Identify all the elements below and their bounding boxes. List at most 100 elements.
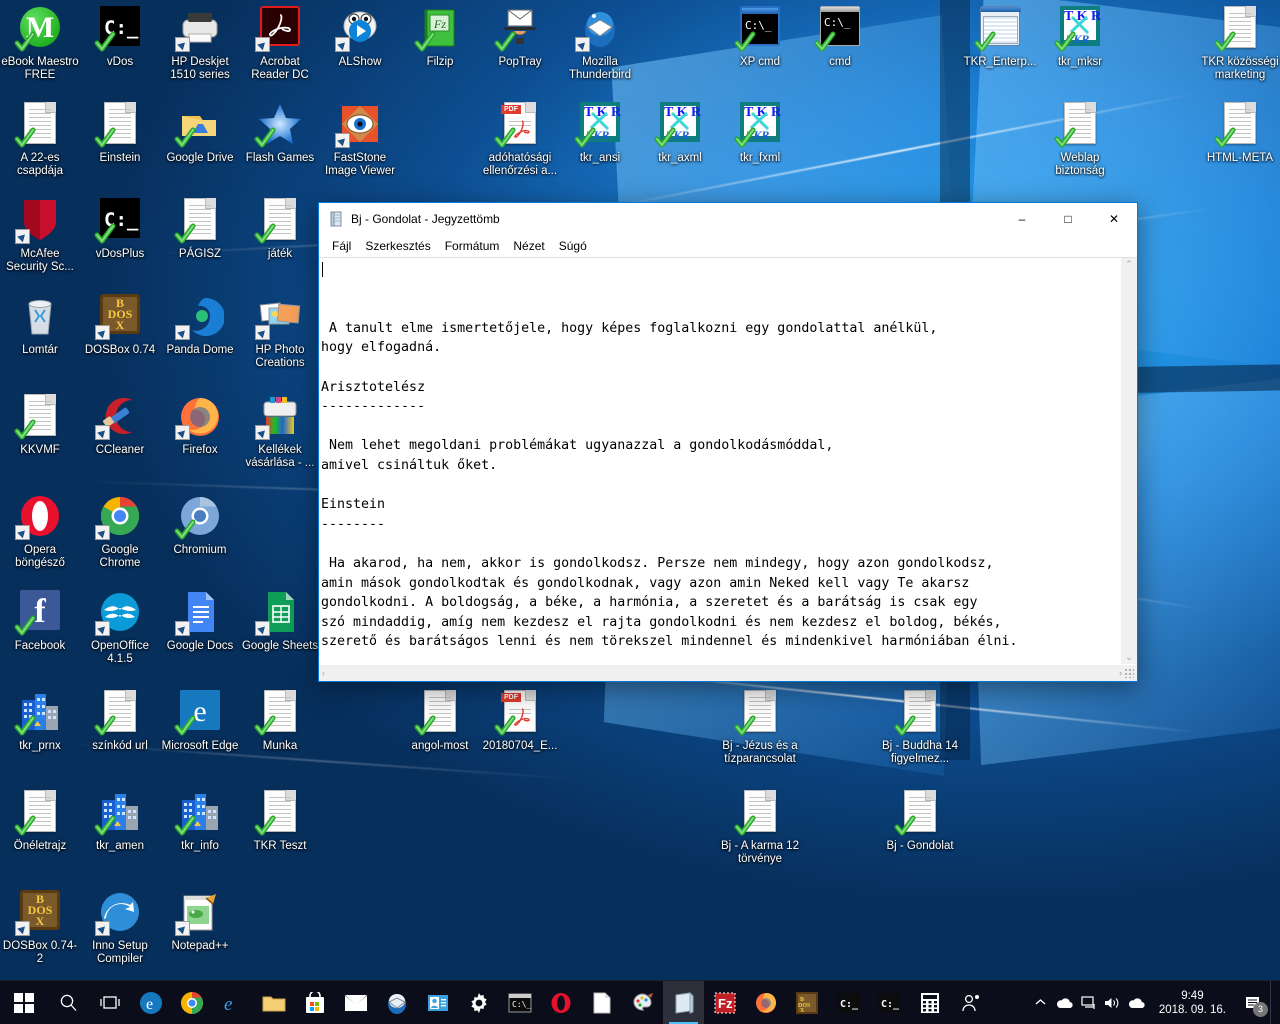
desktop-icon[interactable]: TKR_Enterp...: [960, 4, 1040, 69]
desktop-icon[interactable]: Kellékek vásárlása - ...: [240, 392, 320, 470]
cmd-icon-1[interactable]: C:_: [827, 981, 868, 1024]
dosbox-icon[interactable]: B DOS X: [786, 981, 827, 1024]
desktop-icon[interactable]: McAfee Security Sc...: [0, 196, 80, 274]
desktop-icon[interactable]: Notepad++: [160, 888, 240, 953]
desktop-icon[interactable]: HTML-META: [1200, 100, 1280, 165]
menu-item-nzet[interactable]: Nézet: [506, 237, 551, 255]
desktop-icon[interactable]: KKVMF: [0, 392, 80, 457]
opera-icon[interactable]: [540, 981, 581, 1024]
desktop-icon[interactable]: tkr_info: [160, 788, 240, 853]
desktop-icon[interactable]: T K R TKR tkr_ansi: [560, 100, 640, 165]
desktop-icon[interactable]: Acrobat Reader DC: [240, 4, 320, 82]
desktop[interactable]: MeBook Maestro FREE C:_ vDos HP Deskjet 15…: [0, 0, 1280, 1024]
desktop-icon[interactable]: PDF adóhatósági ellenőrzési a...: [480, 100, 560, 178]
scroll-right-arrow[interactable]: ›: [1119, 668, 1122, 678]
close-button[interactable]: ✕: [1091, 203, 1137, 235]
internet-explorer-icon[interactable]: e: [212, 981, 253, 1024]
people-icon[interactable]: [950, 981, 991, 1024]
notepad-window[interactable]: Bj - Gondolat - Jegyzettömb – □ ✕ Fájl Sz…: [318, 202, 1138, 682]
desktop-icon[interactable]: Bj - Gondolat: [880, 788, 960, 853]
desktop-icon[interactable]: tkr_amen: [80, 788, 160, 853]
minimize-button[interactable]: –: [999, 203, 1045, 235]
desktop-icon[interactable]: PDF 20180704_E...: [480, 688, 560, 753]
desktop-icon[interactable]: C:\_ XP cmd: [720, 4, 800, 69]
desktop-icon[interactable]: játék: [240, 196, 320, 261]
menu-item-szerkeszts[interactable]: Szerkesztés: [358, 237, 437, 255]
file-explorer-icon[interactable]: [253, 981, 294, 1024]
desktop-icon[interactable]: TKR Teszt: [240, 788, 320, 853]
desktop-icon[interactable]: Mozilla Thunderbird: [560, 4, 640, 82]
menu-item-sg[interactable]: Súgó: [552, 237, 594, 255]
notepad-document-icon[interactable]: [581, 981, 622, 1024]
cloud-upload-icon[interactable]: [1125, 981, 1149, 1024]
desktop-icon[interactable]: CCleaner: [80, 392, 160, 457]
network-icon[interactable]: [1077, 981, 1101, 1024]
desktop-icon[interactable]: B DOS X DOSBox 0.74-2: [0, 888, 80, 966]
edge-icon[interactable]: e: [130, 981, 171, 1024]
desktop-icon[interactable]: színkód url: [80, 688, 160, 753]
show-hidden-icons-button[interactable]: [1029, 981, 1053, 1024]
desktop-icon[interactable]: Munka: [240, 688, 320, 753]
desktop-icon[interactable]: Bj - Jézus és a tízparancsolat: [720, 688, 800, 766]
desktop-icon[interactable]: PopTray: [480, 4, 560, 69]
desktop-icon[interactable]: B DOS X DOSBox 0.74: [80, 292, 160, 357]
command-prompt-icon[interactable]: C:\_: [499, 981, 540, 1024]
cmd-icon-2[interactable]: C:_: [868, 981, 909, 1024]
desktop-icon[interactable]: Flash Games: [240, 100, 320, 165]
text-editor-area[interactable]: A tanult elme ismertetőjele, hogy képes …: [319, 258, 1120, 664]
desktop-icon[interactable]: A 22-es csapdája: [0, 100, 80, 178]
desktop-icon[interactable]: MeBook Maestro FREE: [0, 4, 80, 82]
desktop-icon[interactable]: Lomtár: [0, 292, 80, 357]
desktop-icon[interactable]: Inno Setup Compiler: [80, 888, 160, 966]
desktop-icon[interactable]: C:_ vDosPlus: [80, 196, 160, 261]
desktop-icon[interactable]: HP Deskjet 1510 series: [160, 4, 240, 82]
menu-bar[interactable]: Fájl Szerkesztés Formátum Nézet Súgó: [319, 235, 1137, 257]
desktop-icon[interactable]: PÁGISZ: [160, 196, 240, 261]
scroll-left-arrow[interactable]: ‹: [322, 668, 325, 678]
desktop-icon[interactable]: Fz Filzip: [400, 4, 480, 69]
desktop-icon[interactable]: Google Sheets: [240, 588, 320, 653]
show-desktop-button[interactable]: [1270, 980, 1278, 1024]
system-tray[interactable]: 9:49 2018. 09. 16. 3: [1029, 980, 1280, 1024]
desktop-icon[interactable]: T K R TKR tkr_mksr: [1040, 4, 1120, 69]
start-button[interactable]: [0, 981, 48, 1024]
firefox-icon[interactable]: [745, 981, 786, 1024]
desktop-icon[interactable]: Einstein: [80, 100, 160, 165]
desktop-icon[interactable]: Bj - Buddha 14 figyelmez...: [880, 688, 960, 766]
desktop-icon[interactable]: Panda Dome: [160, 292, 240, 357]
menu-item-formtum[interactable]: Formátum: [438, 237, 507, 255]
desktop-icon[interactable]: Chromium: [160, 492, 240, 557]
desktop-icon[interactable]: Opera böngésző: [0, 492, 80, 570]
volume-icon[interactable]: [1101, 981, 1125, 1024]
desktop-icon[interactable]: FastStone Image Viewer: [320, 100, 400, 178]
task-view-icon[interactable]: [89, 981, 130, 1024]
desktop-icon[interactable]: Önéletrajz: [0, 788, 80, 853]
taskbar[interactable]: e e C:\_ Fz B DOS X C:_ C:_ 9:49 2018. 09. 16.: [0, 980, 1280, 1024]
thunderbird-icon[interactable]: [376, 981, 417, 1024]
chrome-icon[interactable]: [171, 981, 212, 1024]
mail-icon[interactable]: [335, 981, 376, 1024]
maximize-button[interactable]: □: [1045, 203, 1091, 235]
desktop-icon[interactable]: e Microsoft Edge: [160, 688, 240, 753]
scroll-down-arrow[interactable]: ⌄: [1125, 653, 1133, 662]
desktop-icon[interactable]: Google Docs: [160, 588, 240, 653]
desktop-icon[interactable]: T K R TKR tkr_axml: [640, 100, 720, 165]
desktop-icon[interactable]: angol-most: [400, 688, 480, 753]
scroll-up-arrow[interactable]: ⌃: [1125, 260, 1133, 269]
desktop-icon[interactable]: Google Drive: [160, 100, 240, 165]
notepad-icon[interactable]: [663, 980, 704, 1024]
vertical-scrollbar[interactable]: ⌃ ⌄: [1120, 258, 1137, 664]
window-title-bar[interactable]: Bj - Gondolat - Jegyzettömb – □ ✕: [319, 203, 1137, 235]
onedrive-icon[interactable]: [1053, 981, 1077, 1024]
desktop-icon[interactable]: C:_ vDos: [80, 4, 160, 69]
desktop-icon[interactable]: OpenOffice 4.1.5: [80, 588, 160, 666]
desktop-icon[interactable]: C:\_ cmd: [800, 4, 880, 69]
settings-icon[interactable]: [458, 981, 499, 1024]
calculator-icon[interactable]: [909, 981, 950, 1024]
notification-center-button[interactable]: 3: [1236, 981, 1270, 1024]
paint-icon[interactable]: [622, 981, 663, 1024]
filezilla-icon[interactable]: Fz: [704, 981, 745, 1024]
microsoft-store-icon[interactable]: [294, 981, 335, 1024]
desktop-icon[interactable]: f Facebook: [0, 588, 80, 653]
clock[interactable]: 9:49 2018. 09. 16.: [1149, 981, 1236, 1024]
